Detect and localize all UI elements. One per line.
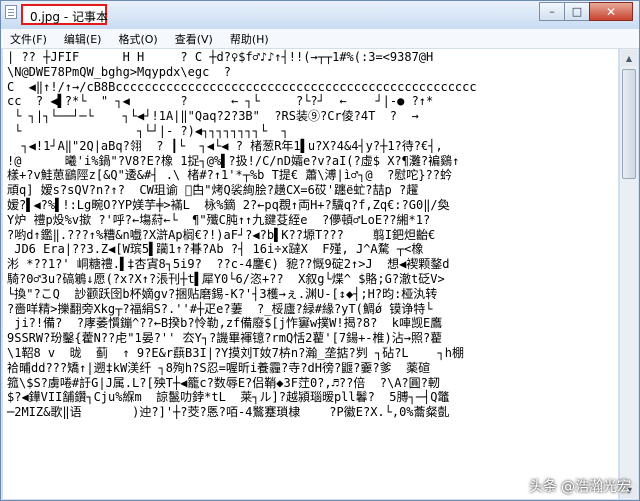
editor-content[interactable]: | ?? ┼JFIF H H ? C ┼d?♀$f♂♪♪↑┤!!(→┬┬1#%(…	[3, 49, 618, 420]
text-editor-area[interactable]: | ?? ┼JFIF H H ? C ┼d?♀$f♂♪♪↑┤!!(→┬┬1#%(…	[3, 49, 618, 499]
scroll-thumb[interactable]	[622, 69, 636, 179]
watermark: 头条 @浩瀚光宏	[529, 476, 631, 496]
vertical-scrollbar[interactable]: ▲ ▼	[619, 49, 638, 499]
title-bar[interactable]: 0.jpg - 记事本 – □ ✕	[1, 1, 639, 29]
notepad-icon	[5, 5, 17, 19]
scroll-up-arrow-icon[interactable]: ▲	[621, 50, 637, 66]
notepad-window: 0.jpg - 记事本 – □ ✕ 文件(F) 编辑(E) 格式(O) 查看(V…	[0, 0, 640, 501]
menu-bar: 文件(F) 编辑(E) 格式(O) 查看(V) 帮助(H)	[1, 29, 639, 49]
menu-format[interactable]: 格式(O)	[109, 31, 165, 47]
minimize-button[interactable]: –	[539, 2, 565, 21]
menu-help[interactable]: 帮助(H)	[221, 31, 277, 47]
window-title: 0.jpg - 记事本	[30, 10, 108, 24]
maximize-button[interactable]: □	[564, 2, 590, 21]
watermark-author: @浩瀚光宏	[561, 479, 631, 495]
watermark-source: 头条	[529, 479, 557, 495]
menu-file[interactable]: 文件(F)	[1, 31, 55, 47]
close-button[interactable]: ✕	[589, 2, 633, 21]
menu-edit[interactable]: 编辑(E)	[55, 31, 110, 47]
menu-view[interactable]: 查看(V)	[166, 31, 221, 47]
window-controls: – □ ✕	[539, 2, 633, 22]
